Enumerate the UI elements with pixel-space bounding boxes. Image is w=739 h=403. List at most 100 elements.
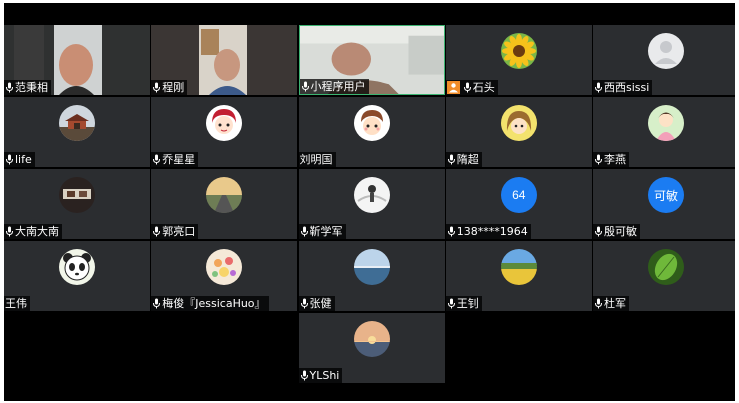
- participant-avatar: [206, 177, 243, 213]
- participant-name: 梅俊『JessicaHuo』: [162, 297, 266, 310]
- mic-icon: [447, 154, 456, 165]
- participant-tile[interactable]: 王伟: [4, 241, 150, 311]
- participant-name: 小程序用户: [310, 80, 366, 93]
- participant-tile[interactable]: 刘明国: [298, 97, 445, 167]
- participant-tile[interactable]: 郭亮口: [151, 169, 298, 239]
- participant-tile[interactable]: 张健: [298, 241, 445, 311]
- mic-icon: [6, 154, 13, 165]
- participant-avatar: [500, 33, 537, 69]
- mic-icon: [300, 226, 308, 237]
- participant-nametag: 刘明国: [298, 152, 336, 167]
- mic-icon: [152, 154, 161, 165]
- mic-icon: [301, 81, 310, 92]
- mic-icon: [594, 82, 603, 93]
- mic-icon: [594, 298, 603, 309]
- participant-avatar: [206, 105, 243, 141]
- participant-nametag: 李燕: [593, 152, 629, 167]
- participant-nametag: 杜军: [593, 296, 629, 311]
- participant-nametag: 138****1964: [445, 224, 531, 239]
- mic-icon: [300, 298, 308, 309]
- participant-name: 程刚: [162, 81, 185, 94]
- participant-nametag: 殷可敏: [593, 224, 640, 239]
- participant-tile[interactable]: 隋超: [445, 97, 592, 167]
- participant-tile[interactable]: 靳学军: [298, 169, 445, 239]
- participant-tile[interactable]: 西西sissi: [593, 25, 735, 95]
- participant-tile[interactable]: YLShi: [298, 313, 445, 383]
- participant-avatar: [353, 105, 390, 141]
- participant-avatar: 64: [500, 177, 537, 213]
- participant-name: 王钊: [456, 297, 479, 310]
- participant-avatar: [353, 321, 390, 357]
- mic-icon: [152, 82, 161, 93]
- mic-icon: [594, 154, 603, 165]
- mic-icon: [153, 226, 161, 237]
- participant-nametag: 王钊: [445, 296, 482, 311]
- mic-icon: [300, 226, 309, 237]
- participant-name: 王伟: [5, 297, 27, 310]
- participant-name: 张健: [309, 297, 332, 310]
- participant-avatar: [500, 105, 537, 141]
- participant-tile[interactable]: 可敏殷可敏: [593, 169, 735, 239]
- participant-name: 西西sissi: [604, 81, 650, 94]
- mic-icon: [153, 82, 161, 93]
- participant-name: 石头: [472, 81, 495, 94]
- mic-icon: [300, 298, 309, 309]
- top-bar: [4, 3, 735, 25]
- participant-nametag: life: [4, 152, 35, 167]
- mic-icon: [6, 226, 13, 237]
- participant-nametag: 小程序用户: [299, 79, 369, 94]
- mic-icon: [447, 298, 456, 309]
- participant-avatar: [353, 249, 390, 285]
- participant-grid: 范秉相 程刚 小程序用户 石头 西西sissi life 乔星星 刘明国 隋超 李燕大南大南 郭亮口…: [4, 25, 735, 401]
- participant-tile[interactable]: 乔星星: [151, 97, 298, 167]
- mic-icon: [5, 154, 14, 165]
- participant-tile[interactable]: 李燕: [593, 97, 735, 167]
- participant-tile[interactable]: 小程序用户: [298, 25, 445, 95]
- participant-tile[interactable]: 程刚: [151, 25, 298, 95]
- host-badge-icon: [446, 81, 460, 94]
- meeting-stage: 范秉相 程刚 小程序用户 石头 西西sissi life 乔星星 刘明国 隋超 李燕大南大南 郭亮口…: [4, 3, 735, 401]
- participant-tile[interactable]: 大南大南: [4, 169, 150, 239]
- mic-icon: [5, 82, 14, 93]
- participant-avatar: [648, 33, 684, 69]
- participant-nametag: 西西sissi: [593, 80, 653, 95]
- mic-icon: [300, 370, 309, 381]
- participant-avatar: [648, 105, 684, 141]
- participant-name: 乔星星: [162, 153, 196, 166]
- mic-icon: [595, 226, 602, 237]
- participant-avatar: [59, 177, 95, 213]
- participant-avatar: 可敏: [648, 177, 684, 213]
- participant-nametag: 石头: [445, 80, 498, 95]
- participant-nametag: 大南大南: [4, 224, 62, 239]
- mic-icon: [463, 82, 472, 93]
- mic-icon: [463, 82, 471, 93]
- participant-name: 138****1964: [456, 225, 528, 238]
- participant-nametag: YLShi: [298, 368, 343, 383]
- mic-icon: [595, 82, 602, 93]
- mic-icon: [301, 81, 309, 92]
- participant-name: life: [15, 153, 32, 166]
- participant-tile[interactable]: 范秉相: [4, 25, 150, 95]
- participant-avatar: [59, 105, 95, 141]
- mic-icon: [153, 298, 161, 309]
- participant-tile[interactable]: life: [4, 97, 150, 167]
- participant-avatar: [353, 177, 390, 213]
- participant-nametag: 范秉相: [4, 80, 51, 95]
- participant-tile[interactable]: 王钊: [445, 241, 592, 311]
- participant-tile[interactable]: 64 138****1964: [445, 169, 592, 239]
- participant-nametag: 梅俊『JessicaHuo』: [151, 296, 269, 311]
- mic-icon: [153, 154, 161, 165]
- participant-name: 郭亮口: [162, 225, 196, 238]
- participant-tile[interactable]: 杜军: [593, 241, 735, 311]
- participant-nametag: 隋超: [445, 152, 482, 167]
- mic-icon: [300, 370, 308, 381]
- participant-nametag: 靳学军: [298, 224, 346, 239]
- avatar-initials: 可敏: [653, 188, 678, 203]
- participant-name: 刘明国: [299, 153, 333, 166]
- mic-icon: [447, 226, 456, 237]
- participant-tile[interactable]: 石头: [445, 25, 592, 95]
- participant-name: 隋超: [456, 153, 479, 166]
- mic-icon: [447, 298, 455, 309]
- participant-tile[interactable]: 梅俊『JessicaHuo』: [151, 241, 298, 311]
- participant-name: 范秉相: [15, 81, 48, 94]
